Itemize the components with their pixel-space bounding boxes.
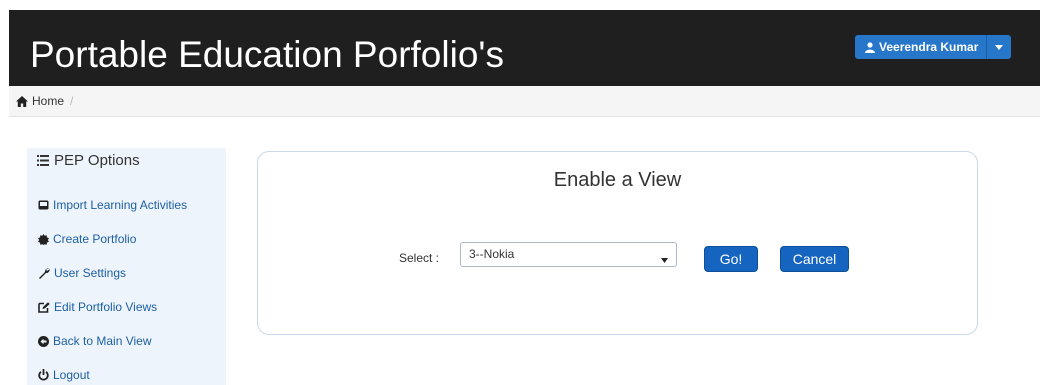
sidebar-title-label: PEP Options [54,152,140,169]
user-dropdown-toggle[interactable] [987,35,1012,59]
app-title: Portable Education Porfolio's [30,34,504,75]
user-menu-button[interactable]: Veerendra Kumar [855,35,1012,59]
enable-view-panel: Enable a View Select : 3--Nokia Go! Canc… [257,151,978,335]
list-icon [37,155,49,166]
power-icon [38,369,53,381]
select-label: Select : [399,251,440,265]
user-name: Veerendra Kumar [879,40,979,54]
view-select[interactable]: 3--Nokia [460,242,677,267]
sidebar-item-label: User Settings [54,266,127,280]
certificate-icon [38,233,53,245]
sidebar-item-create-portfolio[interactable]: Create Portfolio [38,232,136,246]
sidebar-item-label: Logout [53,368,90,382]
breadcrumb-separator: / [70,94,74,108]
home-icon [16,95,28,107]
sidebar-item-label: Back to Main View [53,334,152,348]
panel-title: Enable a View [553,169,682,191]
app-header: Portable Education Porfolio's Veerendra … [9,10,1040,86]
go-button[interactable]: Go! [704,246,758,272]
sidebar-item-logout[interactable]: Logout [38,368,90,382]
chevron-down-icon [661,252,668,266]
breadcrumb-home[interactable]: Home [16,94,64,108]
sidebar-item-edit-portfolio-views[interactable]: Edit Portfolio Views [38,300,157,314]
sidebar-item-label: Create Portfolio [53,232,137,246]
sidebar-item-label: Import Learning Activities [53,198,188,212]
cancel-button[interactable]: Cancel [780,246,849,272]
sidebar-item-import-learning-activities[interactable]: Import Learning Activities [38,198,187,212]
sidebar-item-back-to-main-view[interactable]: Back to Main View [38,334,152,348]
select-value: 3--Nokia [469,247,515,261]
arrow-circle-left-icon [38,335,53,347]
breadcrumb: Home / [9,86,1040,117]
user-name-button[interactable]: Veerendra Kumar [855,35,988,59]
sidebar-item-label: Edit Portfolio Views [54,300,158,314]
sidebar-title: PEP Options [37,152,140,169]
sidebar: PEP Options Import Learning Activities C… [27,148,226,385]
breadcrumb-home-label: Home [32,94,65,108]
sidebar-item-user-settings[interactable]: User Settings [38,266,126,280]
caret-down-icon [995,44,1004,50]
edit-icon [38,301,54,313]
inbox-icon [38,200,53,210]
user-icon [865,41,875,53]
wrench-icon [38,267,54,279]
